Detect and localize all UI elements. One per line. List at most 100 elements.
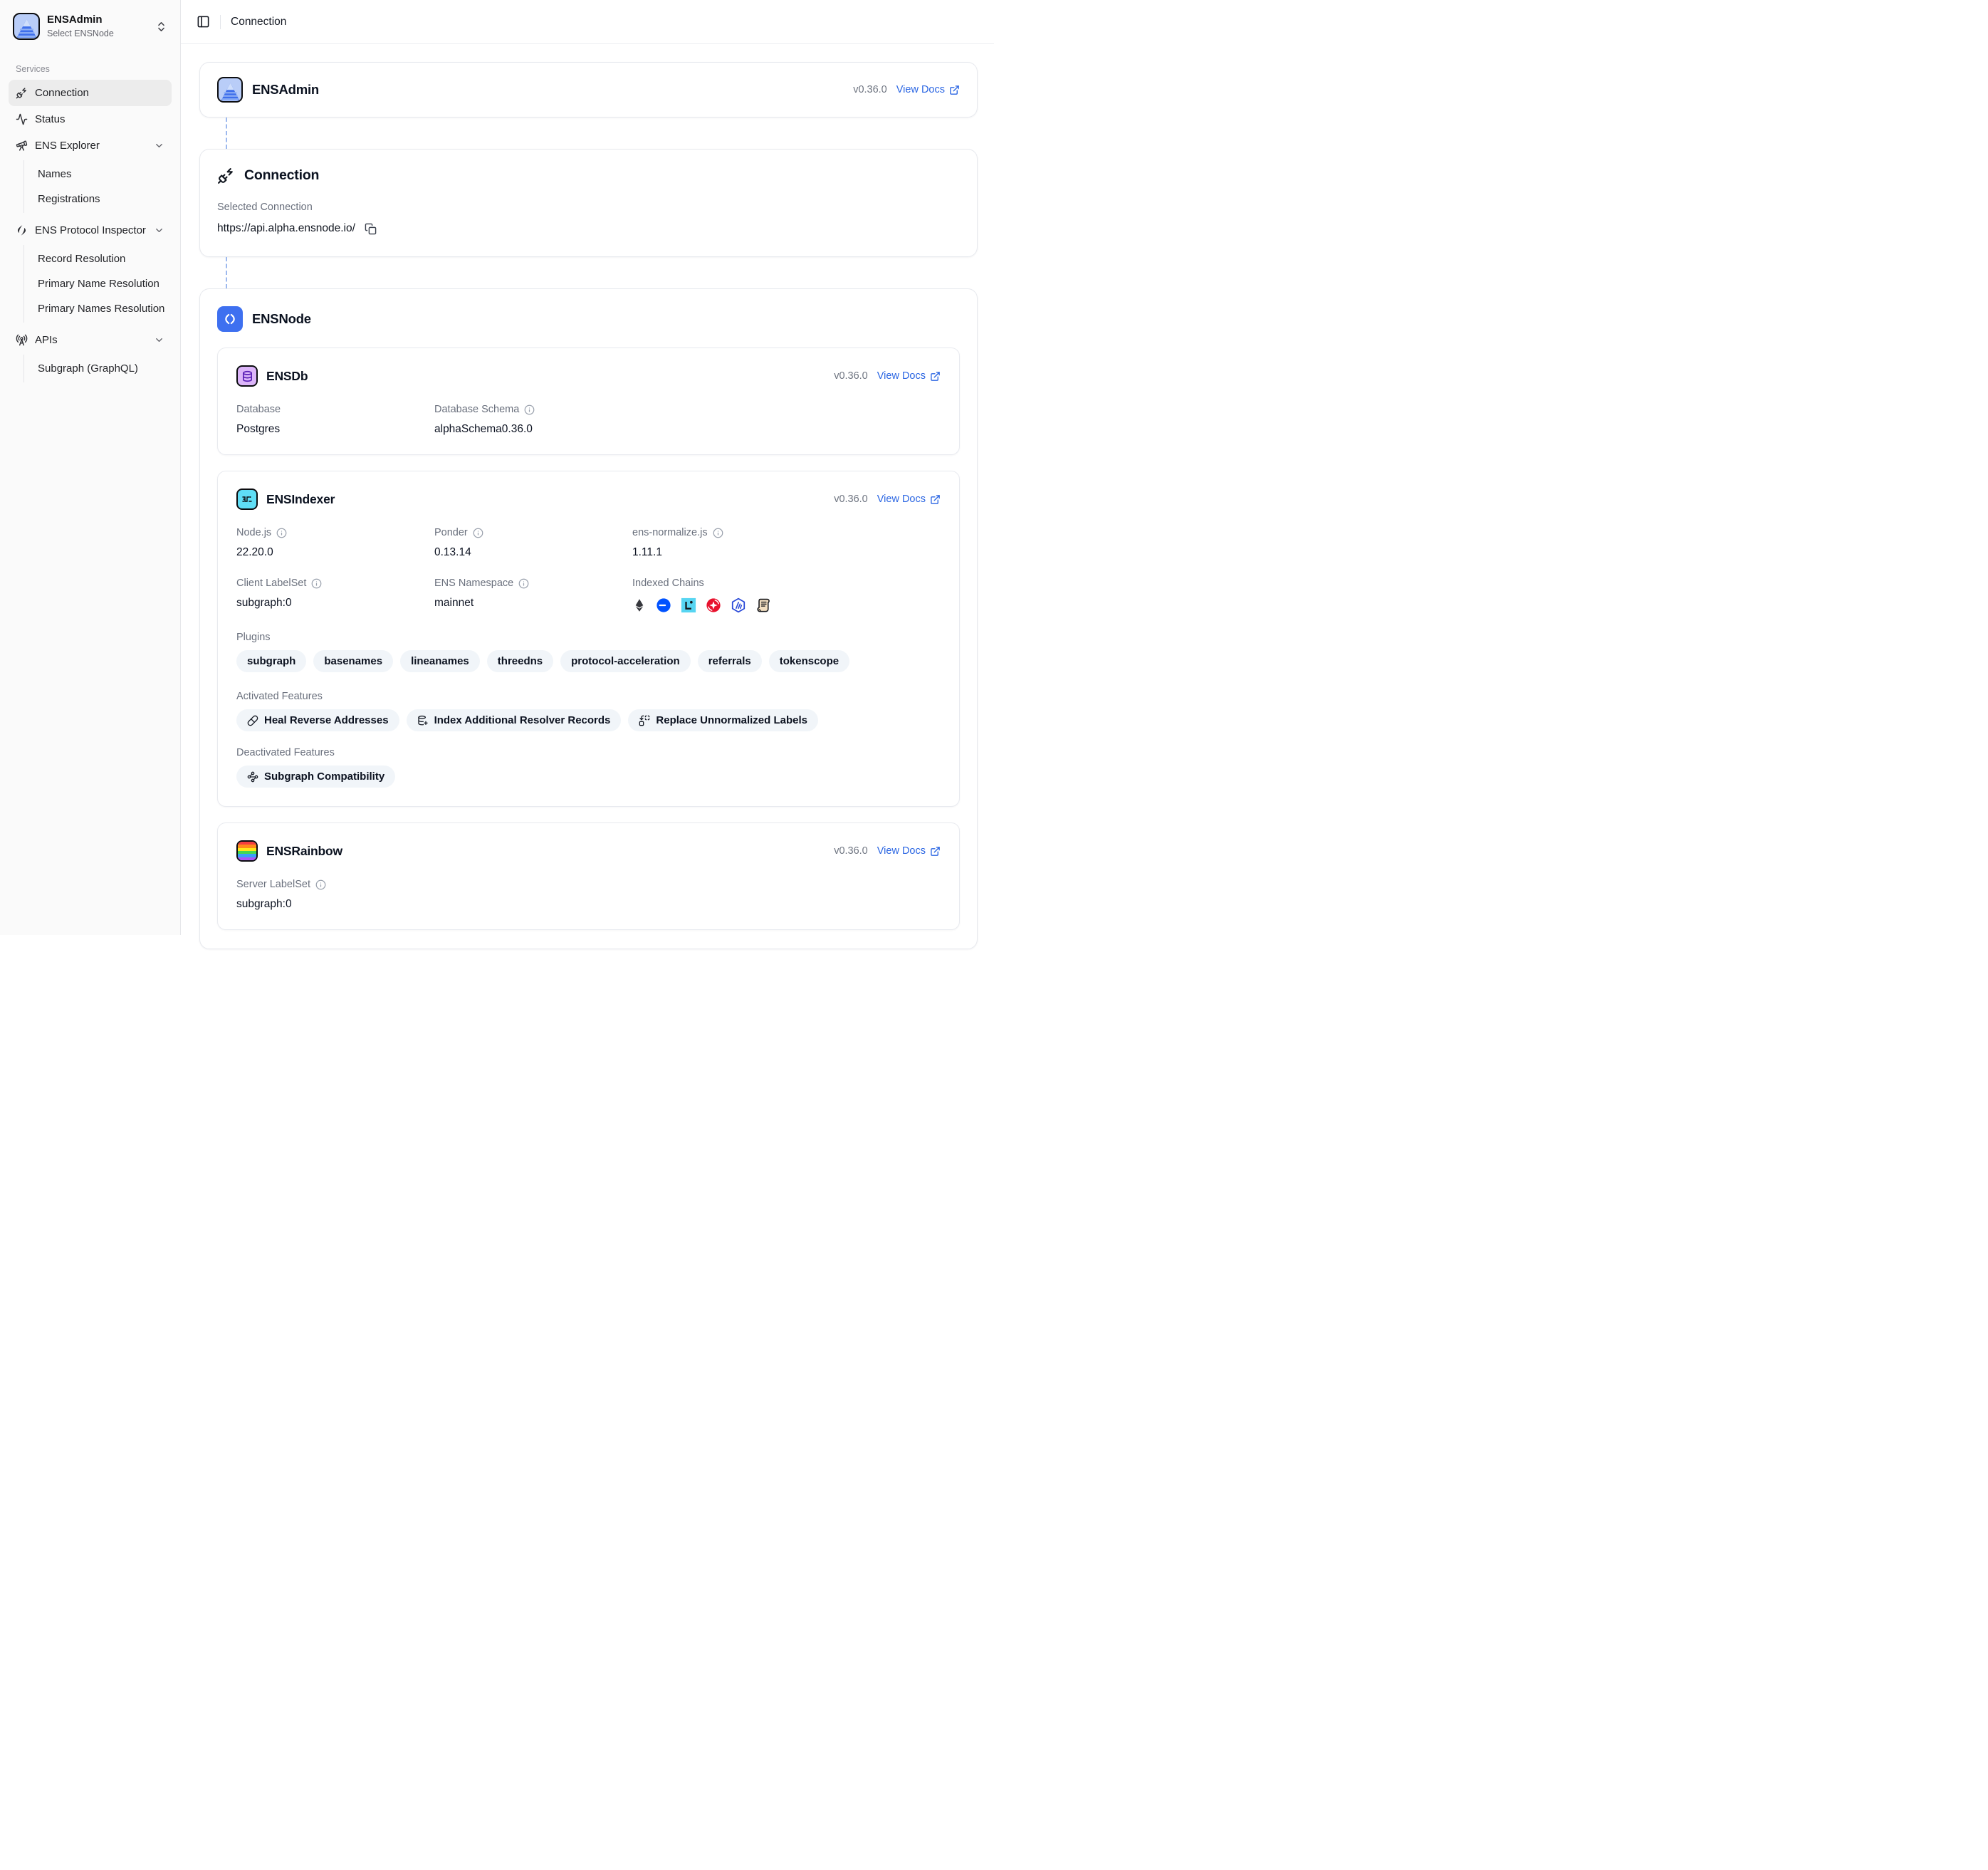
- sidebar-item-ens-protocol-inspector[interactable]: ENS Protocol Inspector: [9, 217, 172, 244]
- selected-connection-value-row: https://api.alpha.ensnode.io/: [217, 222, 960, 235]
- view-docs-link[interactable]: View Docs: [877, 493, 941, 505]
- chevron-down-icon: [154, 335, 164, 345]
- ensrainbow-title-row: ENSRainbow v0.36.0 View Docs: [236, 840, 941, 862]
- ens-namespace-value: mainnet: [434, 597, 632, 610]
- field-nodejs: Node.js 22.20.0: [236, 527, 434, 559]
- indexed-chains-label: Indexed Chains: [632, 578, 941, 589]
- ensnode-card-title: ENSNode: [252, 311, 311, 327]
- field-ens-normalize: ens-normalize.js 1.11.1: [632, 527, 941, 559]
- sidebar-item-subgraph-graphql[interactable]: Subgraph (GraphQL): [24, 356, 172, 381]
- sidebar-item-connection[interactable]: Connection: [9, 80, 172, 106]
- sidebar-item-primary-name-resolution[interactable]: Primary Name Resolution: [24, 271, 172, 296]
- feature-badge-replace-unnormalized-labels: Replace Unnormalized Labels: [628, 709, 818, 731]
- info-icon[interactable]: [315, 879, 326, 890]
- rainbow-stripe: [238, 857, 256, 860]
- sidebar-item-label: ENS Explorer: [35, 140, 100, 152]
- ens-namespace-label: ENS Namespace: [434, 578, 513, 589]
- field-database: Database Postgres: [236, 404, 434, 436]
- version-badge: v0.36.0: [834, 845, 868, 857]
- chevrons-up-down-icon: [155, 21, 167, 33]
- sidebar-item-registrations[interactable]: Registrations: [24, 187, 172, 211]
- topbar: Connection: [181, 0, 994, 44]
- copy-icon: [365, 223, 377, 235]
- linea-chain-icon: [681, 597, 696, 613]
- view-docs-link[interactable]: View Docs: [877, 370, 941, 382]
- plugin-badge: basenames: [313, 650, 393, 672]
- sidebar-item-ens-explorer[interactable]: ENS Explorer: [9, 132, 172, 159]
- field-spacer: [632, 404, 941, 436]
- telescope-icon: [16, 140, 28, 152]
- info-icon[interactable]: [473, 528, 483, 538]
- pyramid-glyph: [219, 81, 241, 101]
- chevron-down-icon: [154, 225, 164, 236]
- sidebar-item-label: APIs: [35, 334, 58, 346]
- sidebar-item-primary-names-resolution[interactable]: Primary Names Resolution: [24, 296, 172, 321]
- feature-badge-subgraph-compatibility: Subgraph Compatibility: [236, 766, 395, 788]
- pill-icon: [247, 715, 258, 726]
- pyramid-glyph: [15, 17, 38, 38]
- app-root: ENSAdmin Select ENSNode Services Connect…: [0, 0, 994, 935]
- ensadmin-logo-icon: [217, 77, 243, 103]
- sidebar-item-record-resolution[interactable]: Record Resolution: [24, 246, 172, 271]
- connection-card: Connection Selected Connection https://a…: [199, 149, 978, 257]
- sidebar-item-apis[interactable]: APIs: [9, 327, 172, 353]
- view-docs-link[interactable]: View Docs: [896, 84, 960, 95]
- sidebar-toggle-button[interactable]: [197, 15, 210, 28]
- database-schema-value: alphaSchema0.36.0: [434, 423, 632, 436]
- plugin-badge: referrals: [698, 650, 762, 672]
- sidebar-item-label: Primary Names Resolution: [38, 303, 164, 315]
- waypoints-icon: [247, 771, 258, 783]
- sidebar-item-label: Record Resolution: [38, 253, 125, 265]
- version-badge: v0.36.0: [834, 370, 868, 382]
- ensadmin-logo-icon: [13, 13, 40, 40]
- version-badge: v0.36.0: [853, 84, 887, 95]
- info-icon[interactable]: [311, 578, 322, 589]
- database-plus-icon: [417, 715, 429, 726]
- info-icon[interactable]: [276, 528, 287, 538]
- plug-zap-icon: [16, 87, 28, 99]
- client-labelset-value: subgraph:0: [236, 597, 434, 610]
- plugin-badge: lineanames: [400, 650, 480, 672]
- plugin-badge: subgraph: [236, 650, 306, 672]
- ensdb-title-left: ENSDb: [236, 365, 308, 387]
- card-connector-line: [226, 257, 227, 288]
- client-labelset-label: Client LabelSet: [236, 578, 306, 589]
- replace-icon: [639, 715, 650, 726]
- ponder-label: Ponder: [434, 527, 468, 538]
- copy-url-button[interactable]: [365, 223, 377, 235]
- breadcrumb: Connection: [231, 16, 286, 28]
- ens-explorer-subgroup: Names Registrations: [9, 160, 172, 213]
- ensdb-meta: v0.36.0 View Docs: [834, 370, 941, 382]
- ensdb-fields: Database Postgres Database Schema alphaS…: [236, 404, 941, 436]
- scroll-chain-icon: [755, 597, 771, 613]
- feature-badge-label: Index Additional Resolver Records: [434, 714, 611, 726]
- ensnode-switcher[interactable]: ENSAdmin Select ENSNode: [9, 7, 172, 46]
- external-link-icon: [930, 494, 941, 505]
- info-icon[interactable]: [518, 578, 529, 589]
- feature-badge-label: Subgraph Compatibility: [264, 771, 384, 783]
- feature-badge-heal-reverse-addresses: Heal Reverse Addresses: [236, 709, 399, 731]
- plugin-badge: protocol-acceleration: [560, 650, 691, 672]
- feature-badge-label: Heal Reverse Addresses: [264, 714, 389, 726]
- sidebar-item-label: Names: [38, 168, 72, 180]
- ens-normalize-value: 1.11.1: [632, 546, 941, 559]
- ensrainbow-meta: v0.36.0 View Docs: [834, 845, 941, 857]
- sub-list: Record Resolution Primary Name Resolutio…: [23, 245, 172, 323]
- database-value: Postgres: [236, 423, 434, 436]
- feature-badge-label: Replace Unnormalized Labels: [656, 714, 807, 726]
- ethereum-chain-icon: [632, 597, 647, 613]
- app-identity: ENSAdmin Select ENSNode: [47, 14, 114, 39]
- sidebar-nav: Connection Status ENS Explorer Nam: [9, 80, 172, 382]
- ens-protocol-inspector-subgroup: Record Resolution Primary Name Resolutio…: [9, 245, 172, 323]
- view-docs-label: View Docs: [877, 845, 926, 857]
- ensindexer-title-row: ENSIndexer v0.36.0 View Docs: [236, 489, 941, 510]
- version-badge: v0.36.0: [834, 493, 868, 505]
- info-icon[interactable]: [524, 404, 535, 415]
- sidebar-item-status[interactable]: Status: [9, 106, 172, 132]
- view-docs-label: View Docs: [877, 493, 926, 505]
- connection-card-title: Connection: [244, 167, 319, 184]
- info-icon[interactable]: [713, 528, 723, 538]
- view-docs-link[interactable]: View Docs: [877, 845, 941, 857]
- ensnode-card-title-row: ENSNode: [217, 306, 960, 332]
- sidebar-item-names[interactable]: Names: [24, 162, 172, 187]
